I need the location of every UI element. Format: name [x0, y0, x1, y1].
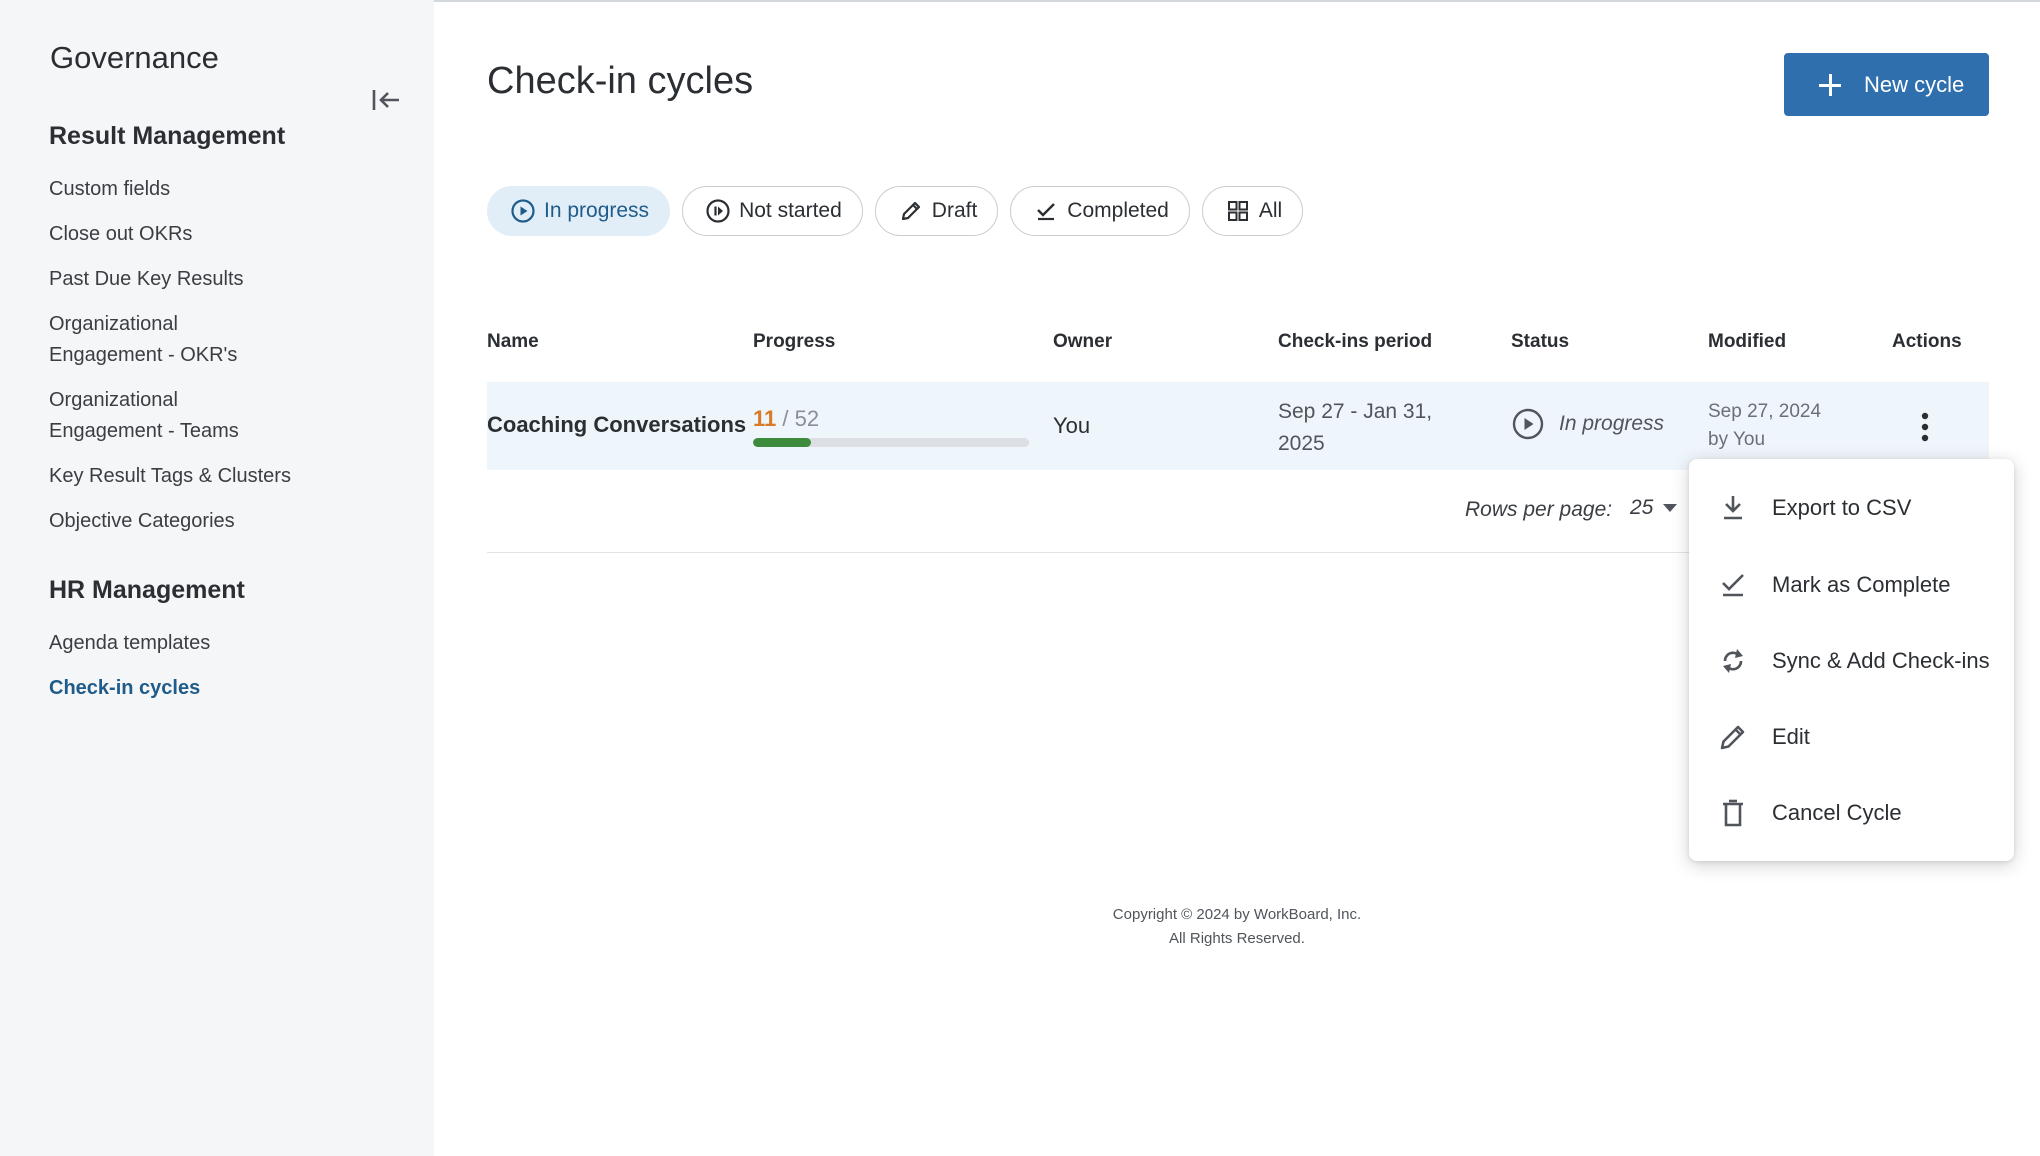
period-line: Sep 27 - Jan 31, — [1278, 400, 1433, 423]
menu-item-edit[interactable]: Edit — [1689, 707, 2014, 767]
sidebar-item-label: Engagement - OKR's — [49, 344, 238, 366]
sidebar-item-label: Organizational — [49, 389, 178, 411]
status-filter-group: In progress Not started Draft Completed — [487, 186, 1304, 236]
grid-icon — [1227, 201, 1248, 221]
new-cycle-label: New cycle — [1864, 71, 1965, 97]
filter-label: Draft — [931, 199, 978, 222]
menu-item-label: Sync & Add Check-ins — [1772, 648, 1990, 673]
filter-label: All — [1258, 199, 1283, 222]
rows-per-page-value: 25 — [1630, 496, 1654, 519]
column-header-actions: Actions — [1892, 331, 1962, 352]
nav-section-hr-management: HR Management Agenda templates Check-in … — [49, 572, 409, 718]
download-icon — [1724, 496, 1742, 520]
period-line: 2025 — [1278, 432, 1325, 455]
sidebar-item-org-engagement-teams[interactable]: Organizational Engagement - Teams — [49, 385, 409, 447]
rows-per-page-select[interactable]: 25 — [1630, 496, 1678, 520]
filter-label: In progress — [544, 199, 650, 222]
progress-bar — [753, 438, 1029, 447]
sidebar-item-custom-fields[interactable]: Custom fields — [49, 174, 409, 205]
menu-item-export-csv[interactable]: Export to CSV — [1689, 478, 2014, 538]
filter-not-started[interactable]: Not started — [682, 186, 863, 236]
sidebar: Governance Result Management Custom fiel… — [0, 0, 434, 1156]
pencil-icon — [901, 201, 920, 221]
filter-all[interactable]: All — [1201, 186, 1304, 236]
menu-item-label: Edit — [1772, 724, 1810, 749]
menu-item-label: Cancel Cycle — [1772, 800, 1902, 825]
menu-item-cancel-cycle[interactable]: Cancel Cycle — [1689, 783, 2014, 843]
owner: You — [1053, 413, 1091, 438]
progress-text: 11 / 52 — [753, 406, 1029, 432]
sidebar-item-org-engagement-okrs[interactable]: Organizational Engagement - OKR's — [49, 309, 409, 371]
progress-done: 11 — [753, 406, 777, 431]
filter-label: Completed — [1067, 199, 1169, 222]
column-header-modified[interactable]: Modified — [1708, 331, 1786, 353]
sidebar-item-label: Organizational — [49, 313, 178, 335]
modified-by: by You — [1708, 429, 1766, 450]
sidebar-item-label: Custom fields — [49, 178, 171, 200]
rights-reserved: All Rights Reserved. — [1169, 930, 1305, 947]
modified-cell: Sep 27, 2024 by You — [1708, 398, 1821, 454]
table-row[interactable]: Coaching Conversations 11 / 52 You Sep 2… — [487, 382, 1989, 470]
column-header-name[interactable]: Name — [487, 331, 539, 353]
sync-icon — [1723, 649, 1743, 673]
progress-bar-fill — [753, 438, 812, 447]
sidebar-item-label: Agenda templates — [49, 632, 211, 654]
menu-item-label: Mark as Complete — [1772, 572, 1951, 597]
progress-total: / 52 — [782, 406, 820, 431]
menu-item-mark-complete[interactable]: Mark as Complete — [1689, 555, 2014, 615]
row-actions-button[interactable] — [1900, 404, 1950, 450]
collapse-left-icon — [372, 90, 399, 110]
modified-date: Sep 27, 2024 — [1708, 401, 1822, 422]
check-icon — [1037, 203, 1056, 221]
column-header-owner[interactable]: Owner — [1053, 331, 1112, 353]
plus-icon — [1818, 73, 1842, 97]
trash-icon — [1723, 799, 1743, 827]
collapse-sidebar-button[interactable] — [366, 82, 406, 118]
check-ins-period: Sep 27 - Jan 31, 2025 — [1278, 396, 1448, 460]
check-icon — [1722, 574, 1744, 597]
footer: Copyright © 2024 by WorkBoard, Inc. All … — [987, 903, 1487, 951]
sidebar-title: Governance — [50, 40, 219, 75]
nav-heading: HR Management — [49, 576, 245, 604]
sidebar-item-label: Objective Categories — [49, 510, 235, 532]
menu-item-sync-add-check-ins[interactable]: Sync & Add Check-ins — [1689, 631, 2014, 691]
filter-label: Not started — [739, 199, 842, 222]
sidebar-item-key-result-tags[interactable]: Key Result Tags & Clusters — [49, 461, 409, 492]
filter-draft[interactable]: Draft — [874, 186, 999, 236]
filter-in-progress[interactable]: In progress — [487, 186, 671, 236]
nav-heading: Result Management — [49, 122, 286, 150]
sidebar-item-label: Key Result Tags & Clusters — [49, 465, 291, 487]
sidebar-item-past-due-key-results[interactable]: Past Due Key Results — [49, 264, 409, 295]
copyright: Copyright © 2024 by WorkBoard, Inc. — [1112, 906, 1362, 923]
pause-circle-icon — [706, 199, 730, 223]
sidebar-item-label: Engagement - Teams — [49, 420, 239, 442]
column-header-check-ins-period[interactable]: Check-ins period — [1278, 331, 1432, 353]
play-circle-icon — [511, 199, 535, 223]
status-text: In progress — [1559, 412, 1665, 435]
filter-completed[interactable]: Completed — [1010, 186, 1190, 236]
row-actions-menu: Export to CSV Mark as Complete Sync & Ad… — [1689, 459, 2014, 861]
sidebar-item-label: Close out OKRs — [49, 223, 193, 245]
status-cell: In progress — [1511, 407, 1664, 441]
sidebar-item-label: Past Due Key Results — [49, 268, 244, 290]
rows-per-page-label: Rows per page: — [1465, 498, 1613, 521]
sidebar-item-objective-categories[interactable]: Objective Categories — [49, 506, 409, 537]
sidebar-item-label: Check-in cycles — [49, 677, 201, 699]
column-header-progress[interactable]: Progress — [753, 331, 835, 353]
sidebar-item-close-out-okrs[interactable]: Close out OKRs — [49, 219, 409, 250]
sidebar-item-check-in-cycles[interactable]: Check-in cycles — [49, 673, 409, 704]
caret-down-icon — [1663, 504, 1678, 512]
menu-item-label: Export to CSV — [1772, 495, 1912, 520]
app-root: Governance Result Management Custom fiel… — [0, 0, 2040, 1156]
new-cycle-button[interactable]: New cycle — [1784, 53, 1989, 116]
page-title: Check-in cycles — [487, 60, 754, 102]
sidebar-item-agenda-templates[interactable]: Agenda templates — [49, 628, 409, 659]
more-vertical-icon — [1921, 412, 1929, 442]
nav-section-result-management: Result Management Custom fields Close ou… — [49, 118, 409, 551]
column-header-status[interactable]: Status — [1511, 331, 1569, 353]
progress-cell: 11 / 52 — [753, 406, 1029, 447]
cycle-name[interactable]: Coaching Conversations — [487, 412, 746, 438]
pencil-icon — [1720, 725, 1745, 750]
play-circle-icon — [1512, 408, 1544, 440]
